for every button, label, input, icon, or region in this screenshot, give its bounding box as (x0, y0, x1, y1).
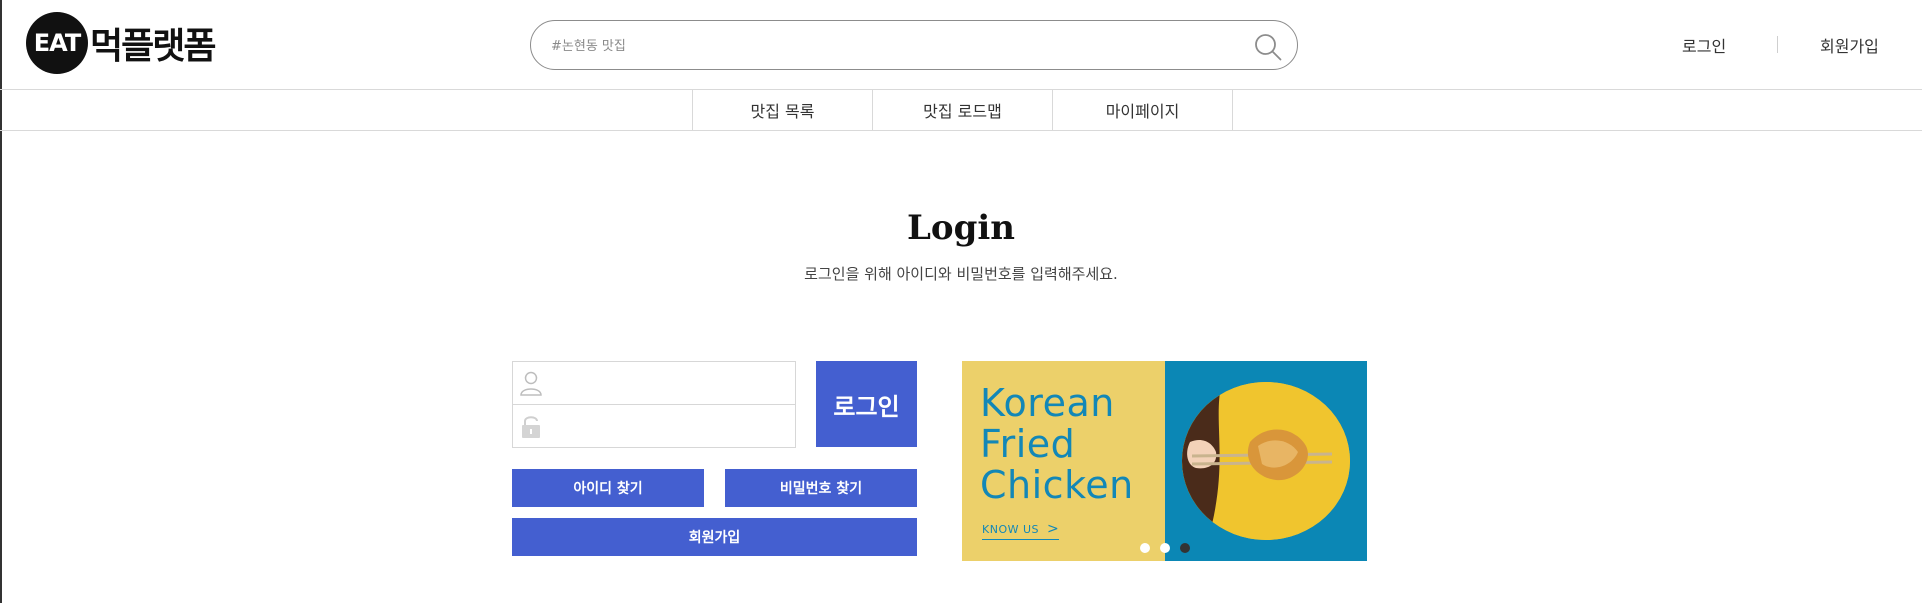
banner-cta-label: KNOW US (982, 523, 1040, 536)
password-input[interactable] (553, 414, 788, 438)
banner-line-1: Korean (980, 381, 1115, 425)
nav-item-restaurant-roadmap[interactable]: 맛집 로드맵 (873, 90, 1053, 130)
header-divider (1777, 36, 1778, 53)
banner-line-2: Fried (980, 422, 1076, 466)
banner-line-3: Chicken (980, 463, 1134, 507)
nav-item-restaurant-list[interactable]: 맛집 목록 (693, 90, 873, 130)
banner-headline: Korean Fried Chicken (980, 383, 1134, 506)
site-logo[interactable]: EAT 먹플랫폼 (26, 11, 216, 75)
page-title: Login (907, 208, 1015, 248)
lock-icon (522, 416, 540, 438)
chicken-illustration (1182, 382, 1350, 540)
banner-dot-3[interactable] (1180, 543, 1190, 553)
promo-banner[interactable]: Korean Fried Chicken KNOW US > (962, 361, 1367, 561)
banner-know-us-link[interactable]: KNOW US > (982, 521, 1060, 540)
find-id-button[interactable]: 아이디 찾기 (512, 469, 704, 507)
password-field (512, 404, 796, 448)
banner-chicken-photo (1182, 382, 1350, 540)
user-id-input[interactable] (553, 371, 788, 395)
header-signup-link[interactable]: 회원가입 (1820, 33, 1879, 57)
header-login-link[interactable]: 로그인 (1682, 33, 1726, 57)
banner-dot-1[interactable] (1140, 543, 1150, 553)
login-button[interactable]: 로그인 (816, 361, 917, 447)
site-header: EAT 먹플랫폼 로그인 회원가입 (0, 0, 1922, 90)
search-input[interactable] (551, 33, 1231, 59)
chevron-right-icon: > (1047, 521, 1060, 537)
search-bar (530, 20, 1298, 70)
banner-dot-2[interactable] (1160, 543, 1170, 553)
logo-badge: EAT (26, 12, 88, 74)
nav-item-mypage[interactable]: 마이페이지 (1053, 90, 1233, 130)
user-icon (520, 371, 542, 396)
page-subtitle: 로그인을 위해 아이디와 비밀번호를 입력해주세요. (804, 265, 1118, 283)
search-icon[interactable] (1253, 32, 1283, 62)
logo-name: 먹플랫폼 (90, 26, 216, 67)
logo-badge-text: EAT (33, 29, 81, 57)
join-button[interactable]: 회원가입 (512, 518, 917, 556)
nav-items: 맛집 목록 맛집 로드맵 마이페이지 (692, 90, 1233, 130)
banner-pagination (1140, 543, 1190, 553)
user-id-field (512, 361, 796, 405)
main-nav: 맛집 목록 맛집 로드맵 마이페이지 (0, 90, 1922, 131)
find-password-button[interactable]: 비밀번호 찾기 (725, 469, 917, 507)
